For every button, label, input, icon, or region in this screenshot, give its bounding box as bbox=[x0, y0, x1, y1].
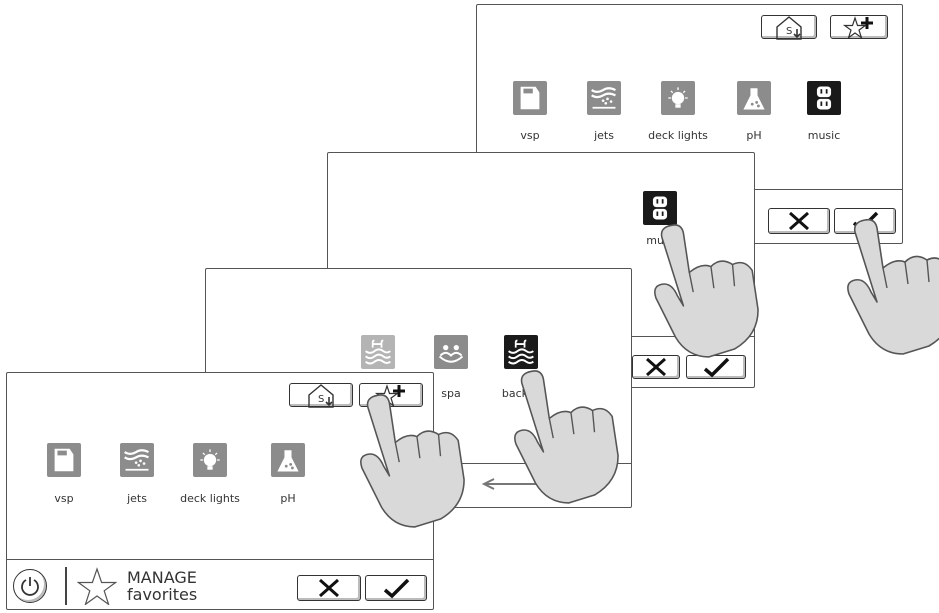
deck-lights-label: deck lights bbox=[180, 492, 240, 505]
ph-label: pH bbox=[746, 129, 762, 142]
confirm-button[interactable] bbox=[365, 575, 427, 601]
spa-tile[interactable] bbox=[434, 335, 468, 369]
music-label: music bbox=[807, 129, 841, 142]
backyard-tile-faded[interactable] bbox=[361, 335, 395, 369]
hand-pointer-icon bbox=[360, 394, 465, 528]
bottom-bar-divider bbox=[7, 559, 433, 560]
vsp-label: vsp bbox=[54, 492, 74, 505]
x-icon bbox=[788, 211, 810, 231]
ph-tile[interactable] bbox=[271, 443, 305, 477]
x-icon bbox=[318, 578, 340, 598]
hand-pointer-icon bbox=[654, 224, 759, 358]
manage-title-line2: favorites bbox=[127, 585, 198, 604]
flask-icon bbox=[743, 88, 765, 110]
deck-lights-tile[interactable] bbox=[661, 81, 695, 115]
cancel-button[interactable] bbox=[768, 208, 830, 234]
ph-tile[interactable] bbox=[737, 81, 771, 115]
cancel-button[interactable] bbox=[297, 575, 361, 601]
hand-pointer-icon bbox=[514, 370, 619, 504]
home-schedule-button[interactable] bbox=[289, 383, 353, 408]
music-tile[interactable] bbox=[807, 81, 841, 115]
power-outlet-icon bbox=[816, 86, 832, 110]
pool-icon bbox=[364, 339, 392, 365]
jets-tile[interactable] bbox=[120, 443, 154, 477]
power-button[interactable] bbox=[13, 569, 47, 603]
star-outline-icon bbox=[77, 567, 117, 605]
deck-lights-label: deck lights bbox=[648, 129, 708, 142]
home-schedule-button[interactable] bbox=[761, 15, 817, 40]
manage-favorites-title: MANAGE favorites bbox=[127, 569, 197, 603]
jets-label: jets bbox=[127, 492, 147, 505]
jets-label: jets bbox=[594, 129, 614, 142]
pool-icon bbox=[507, 339, 535, 365]
home-schedule-icon bbox=[308, 384, 334, 408]
power-outlet-icon bbox=[652, 196, 668, 220]
vsp-tile[interactable] bbox=[47, 443, 81, 477]
pump-icon bbox=[54, 448, 74, 472]
star-plus-icon bbox=[843, 15, 875, 40]
hand-pointer-icon bbox=[847, 218, 939, 355]
vsp-label: vsp bbox=[520, 129, 540, 142]
jets-icon bbox=[123, 449, 150, 471]
light-bulb-icon bbox=[667, 86, 689, 109]
jets-icon bbox=[590, 87, 617, 109]
power-icon bbox=[21, 577, 39, 596]
vsp-tile[interactable] bbox=[513, 81, 547, 115]
ph-label: pH bbox=[280, 492, 296, 505]
check-icon bbox=[383, 578, 410, 598]
jets-tile[interactable] bbox=[587, 81, 621, 115]
spa-icon bbox=[438, 343, 464, 363]
flask-icon bbox=[277, 450, 299, 472]
light-bulb-icon bbox=[199, 448, 221, 471]
home-schedule-icon bbox=[776, 16, 802, 40]
backyard-tile[interactable] bbox=[504, 335, 538, 369]
pump-icon bbox=[520, 86, 540, 110]
music-tile[interactable] bbox=[643, 191, 677, 225]
manage-title-line1: MANAGE bbox=[127, 568, 197, 587]
add-favorite-button[interactable] bbox=[830, 15, 888, 40]
deck-lights-tile[interactable] bbox=[193, 443, 227, 477]
bottom-bar-separator bbox=[65, 567, 67, 605]
